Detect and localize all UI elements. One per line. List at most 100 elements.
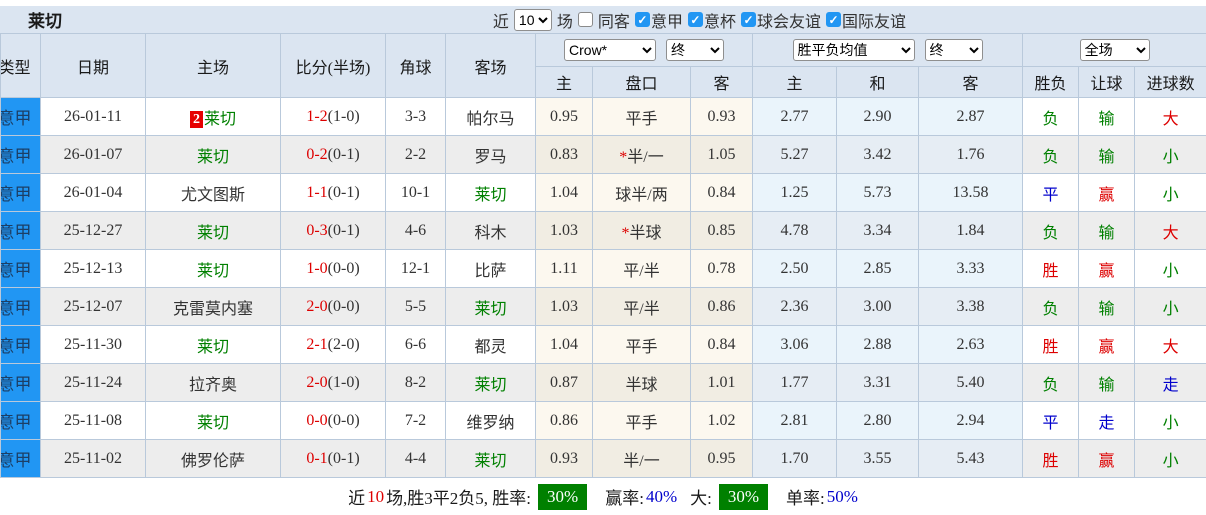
score-cell: 0-2(0-1): [281, 136, 386, 174]
odds-source-select[interactable]: Crow*: [564, 39, 656, 61]
goals-result-cell: 小: [1135, 440, 1206, 478]
filter-item: 意甲: [635, 8, 683, 32]
odds-time-select[interactable]: 终: [666, 39, 724, 61]
avg-home-cell: 2.77: [753, 98, 837, 136]
score-cell: 2-0(1-0): [281, 364, 386, 402]
odds-away-cell: 0.95: [691, 440, 753, 478]
avg-draw-cell: 3.55: [837, 440, 919, 478]
avg-away-cell: 1.84: [919, 212, 1023, 250]
table-row: 意甲 26-01-11 2莱切 1-2(1-0) 3-3 帕尔马 0.95 平手…: [1, 98, 1206, 136]
avg-away-cell: 5.43: [919, 440, 1023, 478]
date-cell: 26-01-04: [41, 174, 146, 212]
table-row: 意甲 25-12-27 莱切 0-3(0-1) 4-6 科木 1.03 *半球 …: [1, 212, 1206, 250]
table-row: 意甲 25-11-24 拉齐奥 2-0(1-0) 8-2 莱切 0.87 半球 …: [1, 364, 1206, 402]
spread-result-cell: 输: [1079, 98, 1135, 136]
away-team-cell: 莱切: [446, 364, 536, 402]
table-row: 意甲 25-11-30 莱切 2-1(2-0) 6-6 都灵 1.04 平手 0…: [1, 326, 1206, 364]
handicap-text: 平手: [625, 339, 657, 356]
handicap-text: 平手: [625, 415, 657, 432]
away-team-cell: 帕尔马: [446, 98, 536, 136]
avg-away-cell: 3.38: [919, 288, 1023, 326]
away-team-name: 维罗纳: [466, 415, 514, 432]
avg-home-cell: 4.78: [753, 212, 837, 250]
scope-select[interactable]: 全场: [1080, 39, 1150, 61]
league-cell: 意甲: [1, 288, 41, 326]
league-cell: 意甲: [1, 402, 41, 440]
spread-result-cell: 赢: [1079, 174, 1135, 212]
summary-prefix: 近: [348, 484, 365, 509]
avg-home-cell: 2.36: [753, 288, 837, 326]
avg-away-cell: 13.58: [919, 174, 1023, 212]
away-team-cell: 维罗纳: [446, 402, 536, 440]
handicap-cell: *半球: [593, 212, 691, 250]
table-row: 意甲 26-01-04 尤文图斯 1-1(0-1) 10-1 莱切 1.04 球…: [1, 174, 1206, 212]
odds-away-cell: 0.85: [691, 212, 753, 250]
match-history-panel: 莱切 近 10 场 同客 意甲意杯球会友谊国际友谊 类型 日期 主场 比分(半场…: [0, 0, 1206, 515]
avg-away-cell: 2.94: [919, 402, 1023, 440]
away-team-name: 莱切: [474, 377, 506, 394]
filter-controls: 近 10 场 同客 意甲意杯球会友谊国际友谊: [493, 8, 906, 32]
big-label: 大:: [690, 484, 712, 509]
home-team-cell: 莱切: [146, 250, 281, 288]
filter-checkbox[interactable]: [688, 12, 703, 27]
single-value: 50%: [827, 487, 858, 507]
fulltime-score: 1-0: [306, 260, 327, 277]
away-team-cell: 莱切: [446, 440, 536, 478]
score-cell: 0-3(0-1): [281, 212, 386, 250]
home-team-name: 克雷莫内塞: [173, 301, 253, 318]
result-cell: 负: [1023, 136, 1079, 174]
result-cell: 平: [1023, 174, 1079, 212]
league-cell: 意甲: [1, 326, 41, 364]
away-team-name: 帕尔马: [466, 111, 514, 128]
score-cell: 0-1(0-1): [281, 440, 386, 478]
home-team-name: 尤文图斯: [181, 187, 245, 204]
result-cell: 负: [1023, 212, 1079, 250]
match-table: 类型 日期 主场 比分(半场) 角球 客场 Crow* 终 胜平负均值 终: [0, 33, 1206, 478]
date-cell: 25-11-02: [41, 440, 146, 478]
sub-header-spread: 让球: [1079, 67, 1135, 98]
handicap-text: 平手: [625, 111, 657, 128]
avg-home-cell: 1.70: [753, 440, 837, 478]
table-row: 意甲 25-12-07 克雷莫内塞 2-0(0-0) 5-5 莱切 1.03 平…: [1, 288, 1206, 326]
sub-header-odds-home: 主: [536, 67, 593, 98]
avg-type-select[interactable]: 胜平负均值: [793, 39, 915, 61]
score-cell: 1-2(1-0): [281, 98, 386, 136]
result-cell: 平: [1023, 402, 1079, 440]
avg-time-select[interactable]: 终: [925, 39, 983, 61]
score-cell: 1-0(0-0): [281, 250, 386, 288]
corner-cell: 10-1: [386, 174, 446, 212]
handicap-cell: 平手: [593, 402, 691, 440]
corner-cell: 4-6: [386, 212, 446, 250]
home-team-cell: 莱切: [146, 402, 281, 440]
filter-item: 球会友谊: [741, 8, 821, 32]
goals-result-cell: 小: [1135, 402, 1206, 440]
spread-result-cell: 赢: [1079, 326, 1135, 364]
date-cell: 26-01-07: [41, 136, 146, 174]
filter-checkbox[interactable]: [741, 12, 756, 27]
fulltime-score: 2-0: [306, 298, 327, 315]
summary-stats: 场,胜3平2负5, 胜率:: [386, 484, 531, 509]
odds-home-cell: 0.87: [536, 364, 593, 402]
handicap-cell: 半/一: [593, 440, 691, 478]
avg-draw-cell: 3.31: [837, 364, 919, 402]
col-header-home: 主场: [146, 34, 281, 98]
home-team-cell: 克雷莫内塞: [146, 288, 281, 326]
result-cell: 胜: [1023, 250, 1079, 288]
odds-home-cell: 0.83: [536, 136, 593, 174]
handicap-cell: 平/半: [593, 250, 691, 288]
spread-result-cell: 赢: [1079, 440, 1135, 478]
filter-checkbox[interactable]: [635, 12, 650, 27]
handicap-cell: 球半/两: [593, 174, 691, 212]
same-away-checkbox[interactable]: [578, 12, 593, 27]
corner-cell: 4-4: [386, 440, 446, 478]
sub-header-avg-draw: 和: [837, 67, 919, 98]
handicap-cell: 平/半: [593, 288, 691, 326]
avg-draw-cell: 2.80: [837, 402, 919, 440]
odds-home-cell: 1.03: [536, 288, 593, 326]
match-count-select[interactable]: 10: [514, 9, 552, 31]
goals-result-cell: 大: [1135, 212, 1206, 250]
league-cell: 意甲: [1, 364, 41, 402]
filter-checkbox[interactable]: [826, 12, 841, 27]
avg-home-cell: 1.77: [753, 364, 837, 402]
result-cell: 胜: [1023, 440, 1079, 478]
